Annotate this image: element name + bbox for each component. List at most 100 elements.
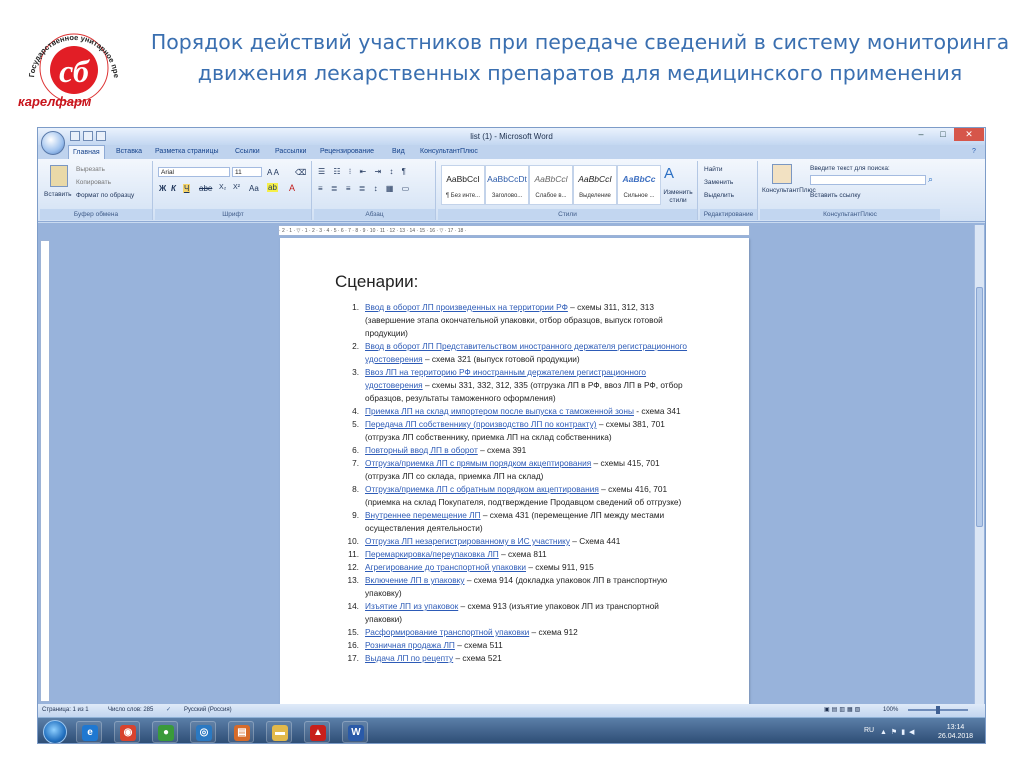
style-subtle[interactable]: AaBbCcl Слабое в... xyxy=(529,165,573,205)
word-count[interactable]: Число слов: 285 xyxy=(108,704,153,717)
replace-button[interactable]: Заменить xyxy=(704,179,733,186)
skype-icon[interactable]: ◎ xyxy=(190,721,216,743)
tab-consultant[interactable]: КонсультантПлюс xyxy=(420,148,478,155)
list-number: 15. xyxy=(347,627,359,637)
editing-group: Найти Заменить Выделить Редактирование xyxy=(700,161,758,220)
zoom-slider[interactable] xyxy=(908,706,968,714)
scenario-link[interactable]: Агрегирование до транспортной упаковки xyxy=(365,562,526,572)
scenario-link[interactable]: Перемаркировка/переупаковка ЛП xyxy=(365,549,499,559)
proofing-icon[interactable]: ✓ xyxy=(166,704,171,717)
view-buttons[interactable]: ▣▤▥▦▧ xyxy=(824,704,862,717)
copy-button[interactable]: Копировать xyxy=(76,179,111,186)
word-icon[interactable]: W xyxy=(342,721,368,743)
tab-view[interactable]: Вид xyxy=(392,148,405,155)
save-icon[interactable] xyxy=(70,131,80,141)
find-button[interactable]: Найти xyxy=(704,166,723,173)
tab-references[interactable]: Ссылки xyxy=(235,148,260,155)
maximize-button[interactable]: □ xyxy=(932,128,954,141)
list-number: 17. xyxy=(347,653,359,663)
highlight-button[interactable]: ab xyxy=(267,183,278,192)
tab-page-layout[interactable]: Разметка страницы xyxy=(155,148,219,155)
cut-button[interactable]: Вырезать xyxy=(76,166,105,173)
redo-icon[interactable] xyxy=(96,131,106,141)
ie-icon[interactable]: e xyxy=(76,721,102,743)
start-button[interactable] xyxy=(43,720,67,743)
list-buttons[interactable]: ☰ ☷ ⁝ ⇤ ⇥ ↕ ¶ xyxy=(318,167,409,176)
vertical-scrollbar[interactable] xyxy=(974,225,984,704)
vertical-ruler[interactable] xyxy=(40,240,50,702)
paste-icon[interactable] xyxy=(50,165,68,187)
language-indicator[interactable]: Русский (Россия) xyxy=(184,704,232,717)
style-strong[interactable]: AaBbCc Сильное ... xyxy=(617,165,661,205)
user-icon-glyph: ● xyxy=(158,725,174,741)
style-no-spacing[interactable]: AaBbCcI ¶ Без инте... xyxy=(441,165,485,205)
office-button[interactable] xyxy=(41,131,65,155)
change-styles-icon[interactable]: A xyxy=(664,165,674,182)
minimize-button[interactable]: – xyxy=(910,128,932,141)
paste-label[interactable]: Вставить xyxy=(44,191,72,198)
change-case-button[interactable]: Aa xyxy=(249,184,259,193)
style-emphasis[interactable]: AaBbCcI Выделение xyxy=(573,165,617,205)
superscript-button[interactable]: X² xyxy=(233,184,240,191)
clock-date: 26.04.2018 xyxy=(938,733,974,740)
subscript-button[interactable]: X₂ xyxy=(219,184,226,191)
tab-mailings[interactable]: Рассылки xyxy=(275,148,306,155)
styles-group: AaBbCcI ¶ Без инте... AaBbCcDt Заголово...… xyxy=(438,161,698,220)
horizontal-ruler[interactable]: · 2 · 1 · ▽ · 1 · 2 · 3 · 4 · 5 · 6 · 7 … xyxy=(278,225,750,236)
tray-clock[interactable]: 13:14 26.04.2018 xyxy=(938,723,973,741)
tray-language[interactable]: RU xyxy=(864,727,874,734)
scenario-link[interactable]: Изъятие ЛП из упаковок xyxy=(365,601,458,611)
list-item: 3. Ввоз ЛП на территорию РФ иностранным д… xyxy=(320,366,690,405)
grow-font-icon[interactable]: A A xyxy=(267,168,279,177)
chrome-icon[interactable]: ◉ xyxy=(114,721,140,743)
bold-button[interactable]: Ж xyxy=(159,184,166,193)
scenario-link[interactable]: Отгрузка ЛП незарегистрированному в ИС у… xyxy=(365,536,570,546)
folder-icon[interactable]: ▬ xyxy=(266,721,292,743)
style-heading[interactable]: AaBbCcDt Заголово... xyxy=(485,165,529,205)
zoom-level[interactable]: 100% xyxy=(883,704,898,717)
pdf-icon[interactable]: ▲ xyxy=(304,721,330,743)
insert-link-button[interactable]: Вставить ссылку xyxy=(810,192,861,199)
scenario-link[interactable]: Внутреннее перемещение ЛП xyxy=(365,510,481,520)
scenario-link[interactable]: Передача ЛП собственнику (производство Л… xyxy=(365,419,597,429)
document-page[interactable]: Сценарии: 1. Ввод в оборот ЛП произведенн… xyxy=(280,238,749,704)
italic-button[interactable]: К xyxy=(171,184,176,193)
align-buttons[interactable]: ≡ ≣ ≡ ≣ ↕ ▦ ▭ xyxy=(318,184,412,193)
strikethrough-button[interactable]: abe xyxy=(199,184,212,193)
scenario-link[interactable]: Розничная продажа ЛП xyxy=(365,640,455,650)
scenario-link[interactable]: Включение ЛП в упаковку xyxy=(365,575,465,585)
scenario-link[interactable]: Повторный ввод ЛП в оборот xyxy=(365,445,478,455)
clipboard-group-label: Буфер обмена xyxy=(40,209,152,220)
consultant-button[interactable]: КонсультантПлюс xyxy=(762,187,816,195)
select-button[interactable]: Выделить xyxy=(704,192,734,199)
font-color-button[interactable]: A xyxy=(289,183,295,193)
tab-review[interactable]: Рецензирование xyxy=(320,148,374,155)
scrollbar-thumb[interactable] xyxy=(976,287,983,527)
underline-button[interactable]: Ч xyxy=(183,184,191,193)
font-name-select[interactable]: Arial xyxy=(158,167,230,177)
scenario-link[interactable]: Выдача ЛП по рецепту xyxy=(365,653,453,663)
tray-icons[interactable]: ▲⚑▮◀ xyxy=(880,728,918,736)
change-styles-button[interactable]: Изменить стили xyxy=(660,189,696,205)
undo-icon[interactable] xyxy=(83,131,93,141)
scenario-link[interactable]: Отгрузка/приемка ЛП с прямым порядком ак… xyxy=(365,458,591,468)
scenario-link[interactable]: Ввод в оборот ЛП произведенных на террит… xyxy=(365,302,568,312)
scenario-link[interactable]: Приемка ЛП на склад импортером после вып… xyxy=(365,406,634,416)
search-icon[interactable]: ⌕ xyxy=(928,174,933,185)
consultant-avatar-icon[interactable] xyxy=(772,164,792,184)
notes-icon[interactable]: ▤ xyxy=(228,721,254,743)
format-painter-button[interactable]: Формат по образцу xyxy=(76,192,134,199)
font-size-select[interactable]: 11 xyxy=(232,167,262,177)
zoom-knob[interactable] xyxy=(936,706,940,714)
user-icon[interactable]: ● xyxy=(152,721,178,743)
consultant-search-input[interactable] xyxy=(810,175,926,185)
scenario-link[interactable]: Расформирование транспортной упаковки xyxy=(365,627,529,637)
scenario-link[interactable]: Отгрузка/приемка ЛП с обратным порядком … xyxy=(365,484,599,494)
clear-format-icon[interactable]: ⌫ xyxy=(295,168,306,177)
page-count[interactable]: Страница: 1 из 1 xyxy=(42,704,89,717)
tab-insert[interactable]: Вставка xyxy=(116,148,142,155)
close-button[interactable]: ✕ xyxy=(954,128,984,141)
tab-home[interactable]: Главная xyxy=(68,145,105,159)
consultant-search-label: Введите текст для поиска: xyxy=(810,165,890,172)
help-icon[interactable]: ? xyxy=(972,148,976,155)
